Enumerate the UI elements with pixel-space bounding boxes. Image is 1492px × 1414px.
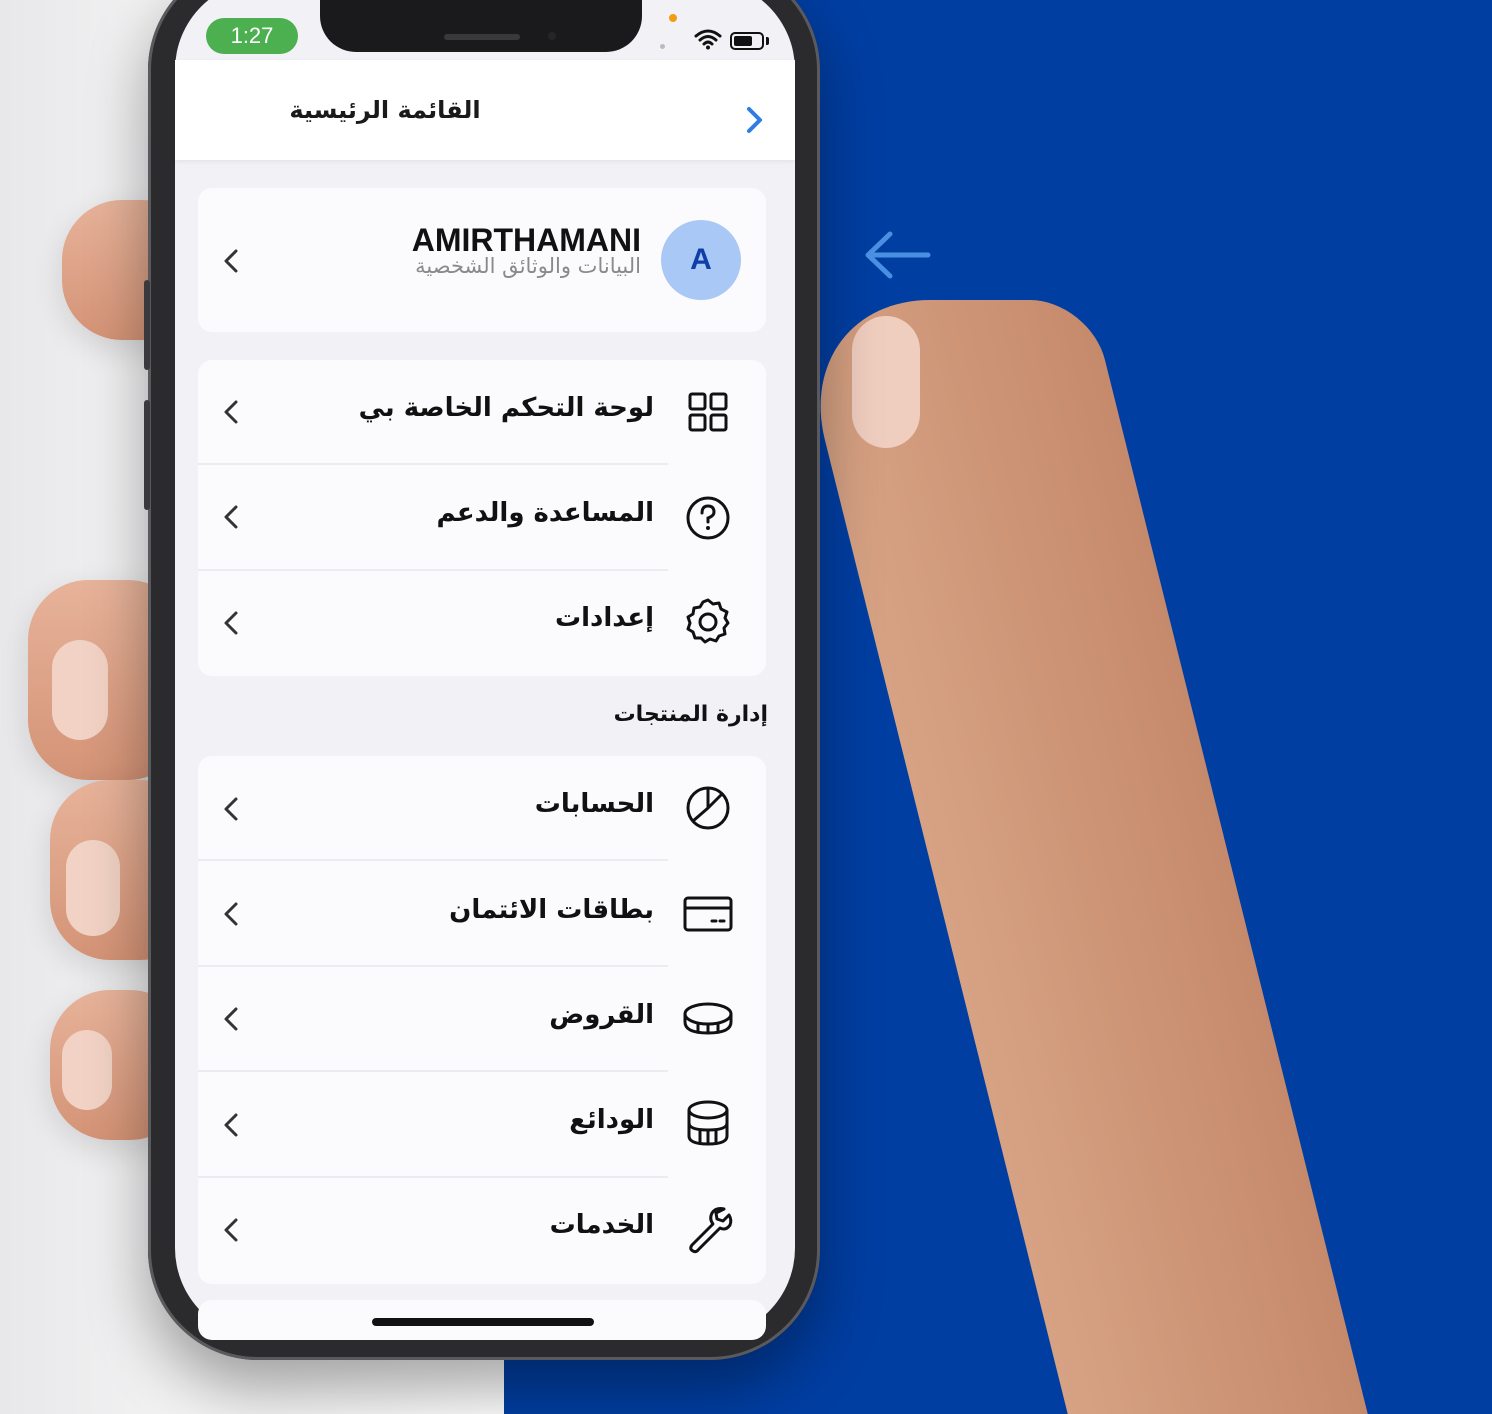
coin-icon xyxy=(683,1002,733,1035)
menu-item-label: إعدادات xyxy=(555,603,654,633)
profile-subtitle: البيانات والوثائق الشخصية xyxy=(415,254,641,278)
back-chevron-icon[interactable] xyxy=(740,100,770,140)
menu-item-label: المساعدة والدعم xyxy=(436,498,654,528)
phone-volume-button xyxy=(144,280,150,370)
arrow-left-icon xyxy=(865,231,931,279)
pie-chart-icon xyxy=(686,786,730,830)
menu-item-label: بطاقات الائتمان xyxy=(449,895,654,925)
menu-item-label: الحسابات xyxy=(534,789,654,819)
finger-nail-4 xyxy=(62,1030,112,1110)
chevron-left-icon xyxy=(224,611,238,635)
chevron-left-icon xyxy=(224,400,238,424)
home-indicator[interactable] xyxy=(372,1318,594,1326)
front-camera xyxy=(544,28,560,44)
coin-stack-icon xyxy=(687,1100,729,1146)
finger-nail-3 xyxy=(66,840,120,936)
finger-nail-2 xyxy=(52,640,108,740)
page-title: القائمة الرئيسية xyxy=(289,96,481,124)
menu-item-label: لوحة التحكم الخاصة بي xyxy=(358,393,654,423)
menu-item-label: الودائع xyxy=(569,1105,654,1135)
help-question-icon xyxy=(686,496,730,540)
wrench-icon xyxy=(689,1207,733,1254)
wifi-icon xyxy=(694,29,722,50)
chevron-left-icon xyxy=(224,505,238,529)
menu-item-label: القروض xyxy=(549,1000,654,1030)
chevron-left-icon xyxy=(224,797,238,821)
settings-gear-icon xyxy=(686,598,730,644)
earpiece-speaker xyxy=(444,34,520,40)
chevron-left-icon xyxy=(224,902,238,926)
privacy-indicator-dot xyxy=(669,14,677,22)
chevron-left-icon xyxy=(224,1113,238,1137)
status-time: 1:27 xyxy=(206,18,298,54)
divider xyxy=(198,1176,668,1178)
chevron-left-icon xyxy=(224,1007,238,1031)
divider xyxy=(198,569,668,571)
menu-item-label: الخدمات xyxy=(549,1210,654,1240)
section-title: إدارة المنتجات xyxy=(613,702,768,727)
dashboard-grid-icon xyxy=(688,392,728,432)
divider xyxy=(198,859,668,861)
battery-cap xyxy=(766,37,769,45)
chevron-left-icon xyxy=(224,1218,238,1242)
signal-dot xyxy=(660,44,665,49)
phone-volume-button-2 xyxy=(144,400,150,510)
battery-icon xyxy=(730,32,764,50)
credit-card-icon xyxy=(683,896,733,932)
avatar: A xyxy=(661,220,741,300)
divider xyxy=(198,965,668,967)
divider xyxy=(198,1070,668,1072)
profile-chevron-left-icon xyxy=(224,249,238,273)
divider xyxy=(198,463,668,465)
thumb-nail xyxy=(852,316,920,448)
phone-notch xyxy=(320,0,642,52)
